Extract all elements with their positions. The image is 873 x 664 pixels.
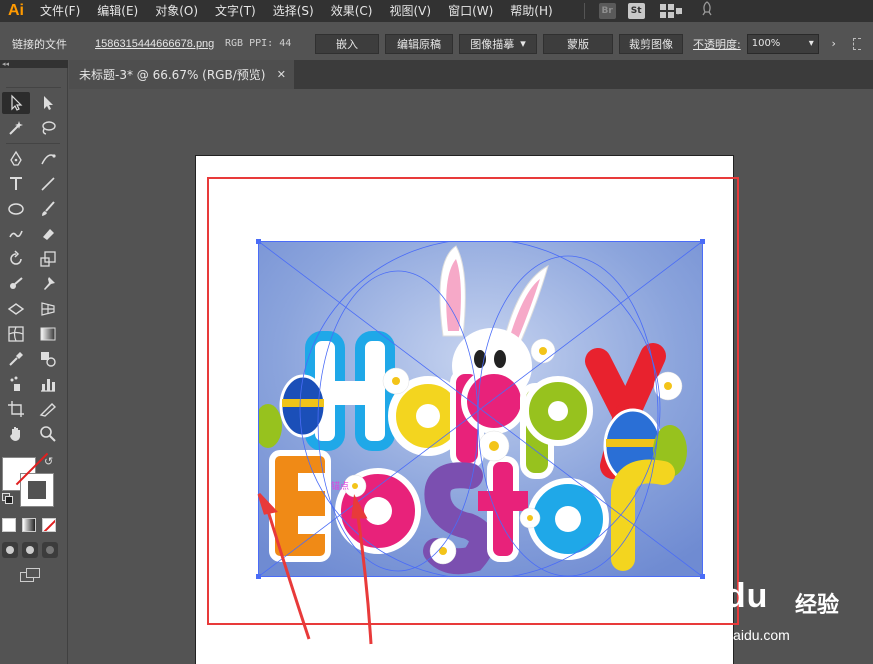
none-icon[interactable] xyxy=(42,518,56,532)
menu-window[interactable]: 窗口(W) xyxy=(440,0,502,22)
selection-tool-icon[interactable] xyxy=(2,92,30,114)
embed-button[interactable]: 嵌入 xyxy=(315,33,379,54)
illustrator-window: Ai 文件(F) 编辑(E) 对象(O) 文字(T) 选择(S) 效果(C) 视… xyxy=(0,0,873,664)
tools-panel: ↺ xyxy=(0,68,68,664)
color-mode-row xyxy=(2,518,56,532)
menu-object[interactable]: 对象(O) xyxy=(147,0,207,22)
mesh-tool-icon[interactable] xyxy=(2,323,30,345)
magic-wand-tool-icon[interactable] xyxy=(2,117,30,139)
arrange-documents-icon[interactable]: ▾ xyxy=(659,3,683,19)
control-bar: 链接的文件 1586315444666678.png RGB PPI: 44 嵌… xyxy=(0,30,873,57)
eraser-tool-icon[interactable] xyxy=(34,223,62,245)
close-icon[interactable]: ✕ xyxy=(277,68,286,81)
watermark-cn: 经验 xyxy=(795,593,840,618)
gradient-tool-icon[interactable] xyxy=(34,323,62,345)
stock-icon[interactable]: St xyxy=(627,3,645,19)
column-graph-tool-icon[interactable] xyxy=(34,373,62,395)
menu-type[interactable]: 文字(T) xyxy=(207,0,265,22)
draw-normal-icon[interactable] xyxy=(2,542,18,558)
default-fill-stroke-icon[interactable] xyxy=(2,493,14,505)
blend-tool-icon[interactable] xyxy=(34,348,62,370)
type-tool-icon[interactable] xyxy=(2,173,30,195)
panel-collapse-handle[interactable]: ◂◂ xyxy=(0,60,68,68)
baidu-watermark: Baidu 经验 jingyan.baidu.com xyxy=(669,567,873,657)
draw-behind-icon[interactable] xyxy=(22,542,38,558)
menu-items: 文件(F) 编辑(E) 对象(O) 文字(T) 选择(S) 效果(C) 视图(V… xyxy=(32,0,562,22)
slice-tool-icon[interactable] xyxy=(34,398,62,420)
chevron-down-icon: ▾ xyxy=(675,8,682,18)
chevron-right-icon[interactable]: › xyxy=(825,34,843,54)
zoom-tool-icon[interactable] xyxy=(34,423,62,445)
opacity-value: 100% xyxy=(751,38,781,49)
annotation-red-frame xyxy=(207,177,739,625)
opacity-input[interactable]: 100% xyxy=(746,33,819,54)
color-swatches: ↺ xyxy=(0,452,68,513)
perspective-grid-tool-icon[interactable] xyxy=(34,298,62,320)
linked-filename-link[interactable]: 1586315444666678.png xyxy=(95,38,225,50)
image-trace-button[interactable]: 图像描摹 xyxy=(459,33,537,54)
ppi-text: PPI: 44 xyxy=(249,38,292,49)
linked-file-label: 链接的文件 xyxy=(12,37,67,51)
transform-icon[interactable] xyxy=(852,37,861,50)
pen-tool-icon[interactable] xyxy=(2,148,30,170)
free-transform-tool-icon[interactable] xyxy=(2,298,30,320)
rotate-tool-icon[interactable] xyxy=(2,248,30,270)
menu-effect[interactable]: 效果(C) xyxy=(323,0,382,22)
menu-edit[interactable]: 编辑(E) xyxy=(89,0,147,22)
menu-view[interactable]: 视图(V) xyxy=(381,0,440,22)
bridge-icon[interactable]: Br xyxy=(598,3,616,19)
color-icon[interactable] xyxy=(2,518,16,532)
menubar-divider xyxy=(583,3,585,19)
gpu-performance-icon[interactable] xyxy=(699,1,715,21)
colormode-text: RGB xyxy=(225,38,244,49)
watermark-url: jingyan.baidu.com xyxy=(677,627,790,643)
direct-selection-tool-icon[interactable] xyxy=(34,92,62,114)
line-segment-tool-icon[interactable] xyxy=(34,173,62,195)
document-tab-title: 未标题-3* @ 66.67% (RGB/预览) xyxy=(79,68,266,82)
artboard-tool-icon[interactable] xyxy=(2,398,30,420)
lasso-tool-icon[interactable] xyxy=(34,117,62,139)
app-logo: Ai xyxy=(8,2,24,19)
edit-original-button[interactable]: 编辑原稿 xyxy=(385,33,453,54)
mask-button[interactable]: 蒙版 xyxy=(543,33,613,54)
stroke-swatch[interactable] xyxy=(20,473,54,507)
menu-file[interactable]: 文件(F) xyxy=(32,0,89,22)
document-tab-bar: 未标题-3* @ 66.67% (RGB/预览) ✕ xyxy=(69,60,873,89)
tool-divider xyxy=(6,143,60,144)
canvas-area[interactable]: 锚点 Baidu 经验 jingyan.baidu.com xyxy=(69,89,873,664)
eyedropper-tool-icon[interactable] xyxy=(2,348,30,370)
hand-tool-icon[interactable] xyxy=(2,423,30,445)
scale-tool-icon[interactable] xyxy=(34,248,62,270)
paintbrush-tool-icon[interactable] xyxy=(34,198,62,220)
menu-select[interactable]: 选择(S) xyxy=(265,0,323,22)
panel-grip[interactable] xyxy=(6,72,61,88)
draw-inside-icon[interactable] xyxy=(42,542,58,558)
gradient-icon[interactable] xyxy=(22,518,36,532)
document-tab[interactable]: 未标题-3* @ 66.67% (RGB/预览) ✕ xyxy=(69,60,294,89)
tool-grid xyxy=(0,92,67,445)
menu-help[interactable]: 帮助(H) xyxy=(502,0,561,22)
shaper-tool-icon[interactable] xyxy=(2,223,30,245)
curvature-tool-icon[interactable] xyxy=(34,148,62,170)
symbol-sprayer-tool-icon[interactable] xyxy=(2,373,30,395)
watermark-logo: Baidu xyxy=(669,577,769,615)
puppet-warp-tool-icon[interactable] xyxy=(34,273,62,295)
image-meta: RGB PPI: 44 xyxy=(225,38,315,49)
menu-bar: Ai 文件(F) 编辑(E) 对象(O) 文字(T) 选择(S) 效果(C) 视… xyxy=(0,0,873,22)
screen-mode-icon[interactable] xyxy=(20,568,42,584)
draw-modes xyxy=(2,542,58,558)
opacity-label[interactable]: 不透明度: xyxy=(693,36,741,52)
menubar-right: Br St ▾ xyxy=(576,1,715,21)
ellipse-tool-icon[interactable] xyxy=(2,198,30,220)
crop-image-button[interactable]: 裁剪图像 xyxy=(619,33,683,54)
warp-tool-icon[interactable] xyxy=(2,273,30,295)
